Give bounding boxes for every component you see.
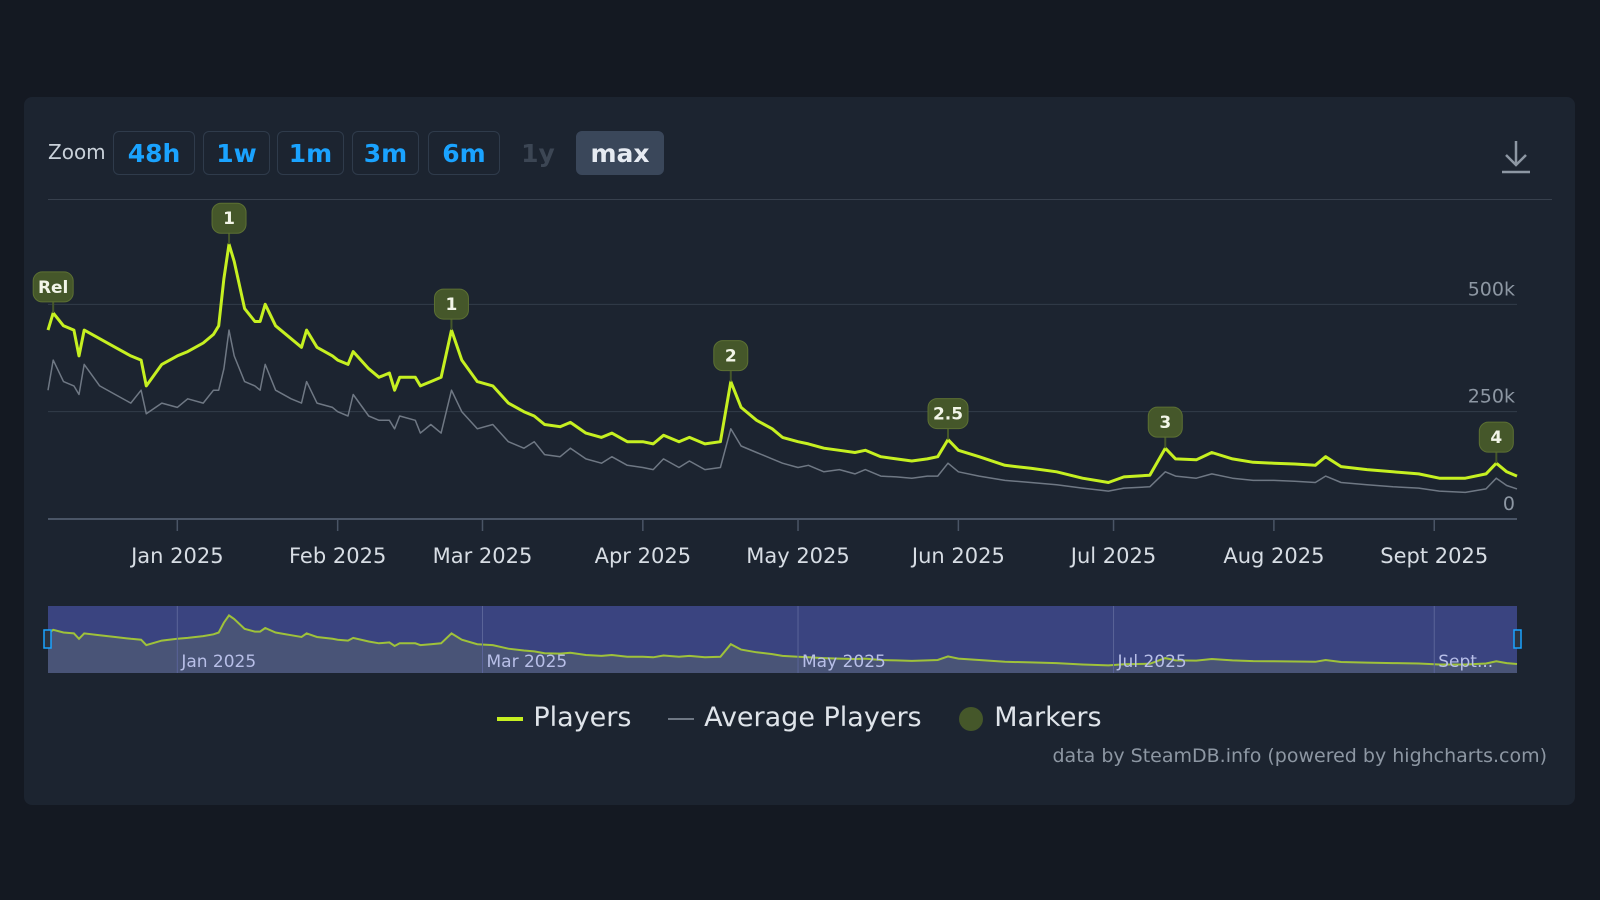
marker-label: 2: [725, 347, 737, 367]
x-tick-label: Jun 2025: [910, 544, 1005, 568]
y-tick-label: 0: [1503, 493, 1515, 515]
x-tick-label: Feb 2025: [289, 544, 386, 568]
legend-label-players: Players: [533, 702, 632, 733]
marker-label: 1: [446, 295, 458, 315]
legend-item-markers[interactable]: Markers: [958, 702, 1102, 733]
legend-label-average-players: Average Players: [704, 702, 922, 733]
navigator-tick-label: Mar 2025: [486, 652, 567, 672]
player-count-chart[interactable]: 0 250k 500k Jan 2025 Feb 2025 Mar 2025 Apr 202…: [24, 97, 1575, 805]
x-tick-label: Aug 2025: [1223, 544, 1324, 568]
navigator-handle-right: [1513, 629, 1522, 649]
legend-item-players[interactable]: Players: [497, 702, 631, 733]
markers-circle-icon: [959, 706, 984, 731]
marker-label: 1: [223, 209, 235, 229]
navigator-tick-label: May 2025: [802, 652, 886, 672]
chart-legend: Players Average Players Markers: [24, 702, 1575, 733]
x-tick-label: Apr 2025: [595, 544, 691, 568]
x-tick-label: Sept 2025: [1380, 544, 1488, 568]
chart-panel: Zoom 48h 1w 1m 3m 6m 1y max 0 250k 500k Jan…: [24, 97, 1575, 805]
navigator-tick-label: Jul 2025: [1117, 652, 1187, 672]
players-line: [46, 242, 1518, 484]
chart-credits[interactable]: data by SteamDB.info (powered by highcha…: [1052, 745, 1547, 767]
marker-label: 2.5: [933, 405, 963, 425]
x-tick-label: May 2025: [746, 544, 850, 568]
x-tick-label: Jan 2025: [129, 544, 224, 568]
legend-label-markers: Markers: [994, 702, 1102, 733]
y-tick-label: 250k: [1468, 386, 1515, 408]
x-tick-label: Mar 2025: [433, 544, 533, 568]
players-line-icon: [497, 716, 524, 721]
marker-label: Rel: [38, 278, 68, 298]
average-players-line-icon: [668, 717, 695, 720]
legend-item-average-players[interactable]: Average Players: [668, 702, 922, 733]
navigator-tick-label: Sept...: [1438, 652, 1493, 672]
x-tick-label: Jul 2025: [1069, 544, 1156, 568]
marker-label: 4: [1490, 428, 1502, 448]
marker-label: 3: [1159, 413, 1171, 433]
navigator-tick-label: Jan 2025: [180, 652, 256, 672]
navigator-handle-left: [43, 629, 52, 649]
y-tick-label: 500k: [1468, 278, 1515, 300]
